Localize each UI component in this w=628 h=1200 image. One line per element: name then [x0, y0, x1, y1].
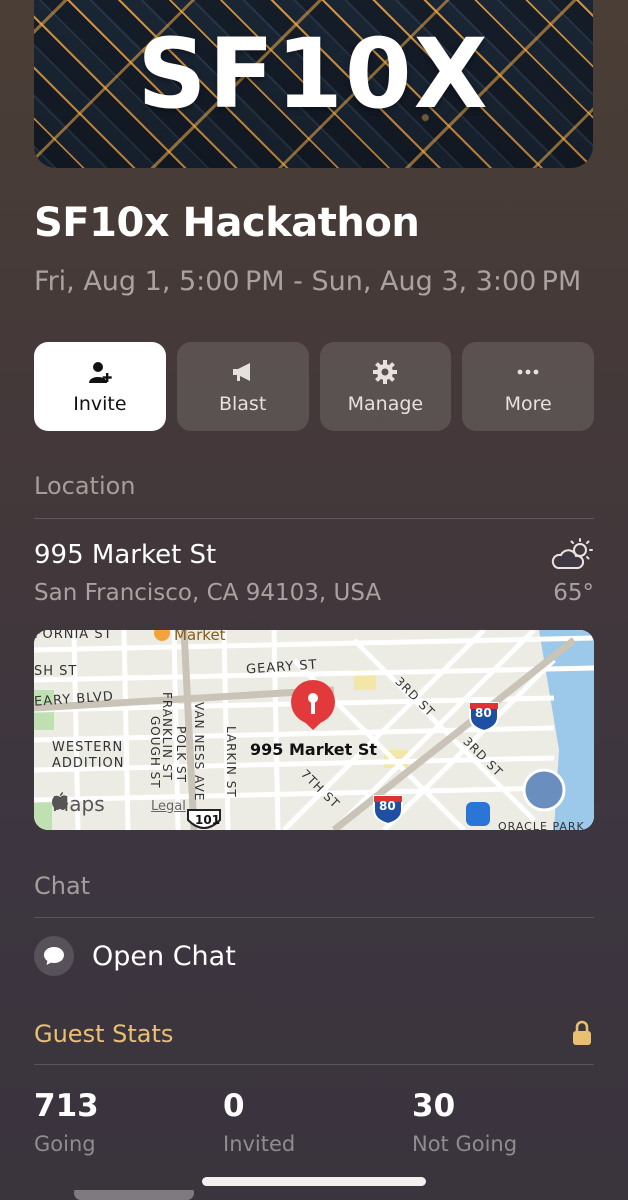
stat-label: Not Going	[412, 1132, 518, 1156]
open-chat-button[interactable]: Open Chat	[34, 936, 236, 976]
chat-heading: Chat	[34, 872, 91, 900]
legal-link[interactable]: Legal	[151, 799, 186, 814]
highway-80-label: 80	[379, 799, 396, 813]
maps-logo: Maps	[52, 792, 105, 816]
stat-not-going[interactable]: 30 Not Going	[412, 1088, 517, 1156]
stat-label: Going	[34, 1132, 96, 1156]
street-label: FRANKLIN ST	[160, 692, 174, 781]
stat-value: 0	[223, 1088, 245, 1124]
stat-invited[interactable]: 0 Invited	[223, 1088, 295, 1156]
location-map[interactable]: FORNIA ST Market SH ST GEARY ST EARY BLV…	[34, 630, 594, 830]
street-label: LARKIN ST	[224, 726, 238, 798]
ellipsis-icon	[517, 369, 539, 374]
street-label: FORNIA ST	[34, 630, 113, 642]
home-indicator[interactable]	[202, 1177, 426, 1186]
street-label: POLK ST	[174, 726, 188, 783]
address-line-1[interactable]: 995 Market St	[34, 540, 216, 570]
temperature: 65°	[553, 580, 594, 606]
lock-icon	[573, 1020, 591, 1045]
more-label: More	[504, 392, 552, 415]
event-dates: Fri, Aug 1, 5:00 PM - Sun, Aug 3, 3:00 P…	[34, 266, 582, 297]
chat-bubble-icon	[34, 936, 74, 976]
highway-101-label: 101	[195, 813, 221, 827]
cover-title: SF10X	[137, 18, 490, 130]
apple-logo-icon	[52, 792, 68, 810]
pin-label: 995 Market St	[250, 740, 378, 759]
blast-label: Blast	[218, 392, 267, 415]
manage-button[interactable]: Manage	[319, 342, 452, 431]
stat-value: 30	[412, 1088, 456, 1124]
poi-label: Market	[174, 630, 226, 644]
location-divider	[34, 518, 594, 519]
street-label: VAN NESS AVE	[192, 702, 206, 802]
guest-stats-heading: Guest Stats	[34, 1020, 174, 1048]
stat-going[interactable]: 713 Going	[34, 1088, 99, 1156]
invite-button[interactable]: Invite	[34, 342, 166, 431]
more-button[interactable]: More	[462, 342, 594, 431]
street-label: GOUGH ST	[148, 716, 162, 789]
blast-button[interactable]: Blast	[176, 342, 309, 431]
invite-label: Invite	[73, 392, 127, 415]
open-chat-label: Open Chat	[92, 940, 236, 972]
partly-cloudy-icon	[551, 538, 593, 569]
megaphone-icon	[232, 362, 250, 381]
street-label: SH ST	[34, 664, 78, 679]
location-heading: Location	[34, 472, 136, 500]
add-person-icon	[88, 361, 112, 383]
gear-icon	[373, 359, 398, 384]
event-title: SF10x Hackathon	[34, 200, 420, 246]
action-bar: Invite Blast Manage More	[34, 342, 594, 431]
guest-stats-divider	[34, 1064, 594, 1065]
highway-80-label: 80	[475, 706, 492, 720]
next-section-row	[34, 1190, 594, 1200]
stat-label: Invited	[223, 1132, 296, 1156]
manage-label: Manage	[347, 392, 424, 415]
event-cover-image[interactable]: SF10X	[34, 0, 593, 168]
neighborhood-label: WESTERN ADDITION	[52, 740, 125, 771]
address-line-2: San Francisco, CA 94103, USA	[34, 580, 382, 606]
poi-label: ORACLE PARK	[498, 820, 585, 830]
chat-divider	[34, 917, 594, 918]
stat-value: 713	[34, 1088, 99, 1124]
